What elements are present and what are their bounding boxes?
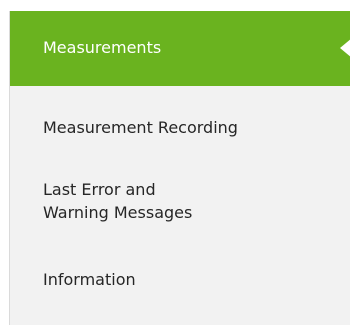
- nav-item-measurement-recording[interactable]: Measurement Recording: [10, 116, 350, 139]
- nav-item-label: Information: [43, 270, 136, 289]
- sidebar-nav: Measurements Measurement Recording Last …: [9, 11, 350, 325]
- nav-item-information[interactable]: Information: [10, 268, 350, 291]
- nav-item-measurements[interactable]: Measurements: [10, 11, 350, 86]
- nav-item-error-warning-messages[interactable]: Last Error and Warning Messages: [10, 178, 350, 224]
- nav-item-label-line1: Last Error and: [43, 180, 156, 199]
- active-pointer-icon: [340, 38, 350, 58]
- nav-item-label: Measurements: [43, 37, 162, 57]
- nav-item-label-line2: Warning Messages: [43, 203, 193, 222]
- nav-item-label: Measurement Recording: [43, 118, 238, 137]
